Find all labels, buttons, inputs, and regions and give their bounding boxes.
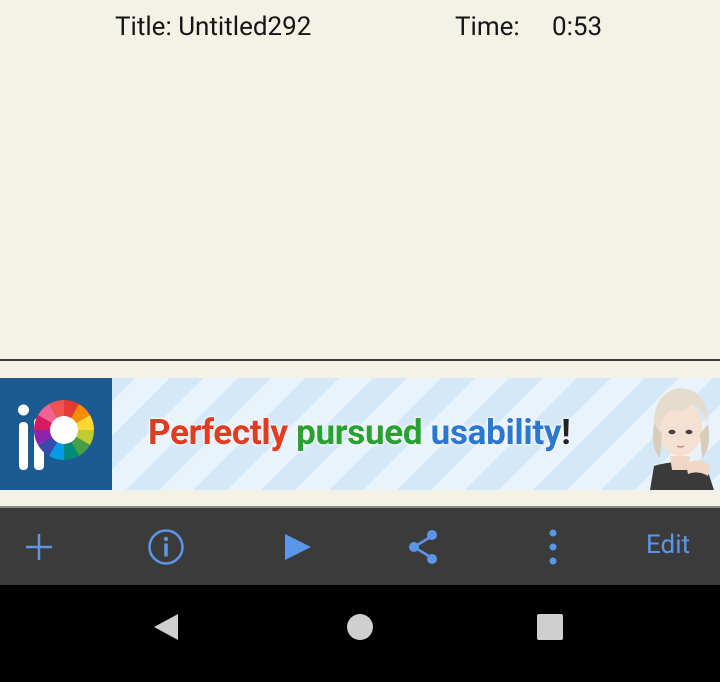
more-vertical-icon[interactable] bbox=[532, 526, 574, 568]
edit-button[interactable]: Edit bbox=[646, 530, 690, 560]
ad-word-exclamation: ! bbox=[561, 412, 571, 453]
back-icon[interactable] bbox=[150, 612, 190, 642]
divider bbox=[0, 359, 720, 361]
artwork-preview-area bbox=[0, 60, 720, 359]
ad-word-usability: usability bbox=[430, 412, 562, 453]
time-value: 0:53 bbox=[552, 12, 603, 42]
ad-word-pursued: pursued bbox=[296, 412, 423, 453]
recents-icon[interactable] bbox=[530, 612, 570, 642]
play-icon[interactable] bbox=[276, 526, 318, 568]
time-label: Time: bbox=[455, 12, 520, 42]
ad-word-perfectly: Perfectly bbox=[148, 412, 288, 453]
system-navigation-bar bbox=[0, 585, 720, 682]
ibispaint-logo-icon bbox=[0, 378, 112, 490]
home-icon[interactable] bbox=[340, 612, 380, 642]
info-icon[interactable] bbox=[145, 526, 187, 568]
info-bar: Title: Untitled292 Time: 0:53 bbox=[0, 0, 720, 60]
share-icon[interactable] bbox=[402, 526, 444, 568]
anime-character-image bbox=[640, 378, 720, 490]
artwork-title: Title: Untitled292 bbox=[115, 12, 312, 42]
ad-banner[interactable]: Perfectly pursued usability! bbox=[0, 378, 720, 490]
plus-icon[interactable] bbox=[18, 526, 60, 568]
bottom-toolbar: Edit bbox=[0, 508, 720, 585]
ad-headline: Perfectly pursued usability! bbox=[148, 412, 571, 453]
